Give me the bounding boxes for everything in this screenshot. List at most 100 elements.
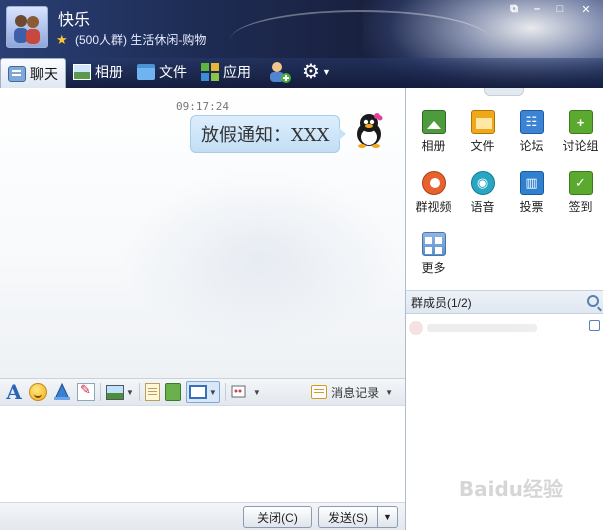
search-icon[interactable] <box>587 295 599 307</box>
close-icon[interactable]: ✕ <box>573 2 599 16</box>
group-side-panel: 相册 文件 ☷ 论坛 + 讨论组 群视频 ◉ 语音 ▥ 投票 ✓ 签到 更多 群… <box>405 88 603 530</box>
app-label: 语音 <box>470 200 495 214</box>
photo-icon <box>73 64 91 80</box>
screenshot-button[interactable]: ▼ <box>185 381 220 403</box>
tab-chat-label: 聊天 <box>30 65 58 82</box>
history-label: 消息记录 <box>331 385 380 400</box>
edit-icon[interactable] <box>589 320 600 331</box>
document-icon <box>144 383 160 401</box>
app-label: 文件 <box>470 139 495 153</box>
minimize-icon[interactable]: – <box>527 2 547 16</box>
tab-album-label: 相册 <box>95 64 123 80</box>
chevron-down-icon: ▼ <box>208 387 217 397</box>
note-button[interactable] <box>77 381 95 403</box>
app-album[interactable]: 相册 <box>409 110 458 159</box>
add-member-icon[interactable] <box>266 59 292 85</box>
message-text: 放假通知：XXX <box>201 125 330 146</box>
group-description: (500人群) 生活休闲-购物 <box>75 33 207 47</box>
settings-dropdown-icon[interactable]: ▼ <box>322 67 331 77</box>
app-discussion[interactable]: + 讨论组 <box>556 110 603 159</box>
gear-icon[interactable]: ⚙ <box>302 62 320 82</box>
watermark: Baidu经验 <box>458 477 563 501</box>
forum-icon: ☷ <box>519 110 544 134</box>
members-count: 群成员(1/2) <box>411 295 472 310</box>
more-tools-button[interactable]: ▼ <box>231 381 261 403</box>
app-vote[interactable]: ▥ 投票 <box>507 171 556 220</box>
message-timestamp: 09:17:24 <box>176 100 229 113</box>
apps-icon <box>201 63 219 81</box>
chevron-down-icon: ▼ <box>252 387 261 397</box>
maximize-icon[interactable]: □ <box>550 2 570 16</box>
avatar <box>409 321 423 335</box>
more-icon <box>421 232 446 256</box>
penguin-avatar-icon[interactable] <box>352 112 386 148</box>
tab-files-label: 文件 <box>159 64 187 80</box>
image-icon <box>106 384 124 400</box>
app-forum[interactable]: ☷ 论坛 <box>507 110 556 159</box>
chevron-down-icon: ▼ <box>385 387 393 397</box>
screenshot-icon <box>188 385 207 399</box>
message-history-button[interactable]: 消息记录 ▼ <box>311 384 393 401</box>
app-group-video[interactable]: 群视频 <box>409 171 458 220</box>
group-avatar[interactable] <box>6 6 48 48</box>
toolbar-divider <box>224 383 226 401</box>
emoji-button[interactable] <box>29 381 47 403</box>
chat-message-area: 09:17:24 放假通知：XXX <box>0 88 405 378</box>
group-name: 快乐 <box>58 12 91 29</box>
window-header: 快乐 ★ (500人群) 生活休闲-购物 ⧉ – □ ✕ 聊天 相册 文件 应用 <box>0 0 603 88</box>
group-avatar-icon <box>14 15 40 44</box>
document-button[interactable] <box>144 381 160 403</box>
history-icon <box>311 385 328 399</box>
app-label: 更多 <box>421 261 446 275</box>
tab-files[interactable]: 文件 <box>130 58 194 86</box>
tab-album[interactable]: 相册 <box>66 58 130 86</box>
group-apps-grid: 相册 文件 ☷ 论坛 + 讨论组 群视频 ◉ 语音 ▥ 投票 ✓ 签到 更多 <box>409 110 603 281</box>
tab-apps[interactable]: 应用 <box>194 58 258 86</box>
shake-button[interactable] <box>52 381 72 403</box>
gift-button[interactable] <box>164 381 181 403</box>
vote-icon: ▥ <box>519 171 544 195</box>
app-label: 群视频 <box>415 200 452 214</box>
members-header: 群成员(1/2) <box>406 290 603 314</box>
tab-apps-label: 应用 <box>223 64 251 80</box>
send-button[interactable]: 发送(S) <box>318 506 378 528</box>
discussion-icon: + <box>568 110 593 134</box>
chevron-down-icon: ▼ <box>126 387 134 397</box>
app-label: 投票 <box>519 200 544 214</box>
toolbar-divider <box>100 383 101 401</box>
tab-chat[interactable]: 聊天 <box>0 58 66 88</box>
shake-window-icon <box>54 382 70 400</box>
star-icon: ★ <box>56 32 68 47</box>
tab-bar: 聊天 相册 文件 应用 ⚙ ▼ <box>0 57 331 88</box>
album-icon <box>421 110 446 134</box>
image-button[interactable]: ▼ <box>106 381 134 403</box>
app-label: 相册 <box>421 139 446 153</box>
restore-icon[interactable]: ⧉ <box>504 2 524 16</box>
message-bubble: 放假通知：XXX <box>190 115 347 153</box>
more-tools-icon <box>231 385 246 398</box>
app-voice[interactable]: ◉ 语音 <box>458 171 507 220</box>
font-icon[interactable]: A <box>4 380 24 404</box>
chat-icon <box>8 65 26 82</box>
voice-icon: ◉ <box>470 171 495 195</box>
file-icon <box>470 110 495 134</box>
message-input[interactable] <box>0 406 405 502</box>
gift-icon <box>164 383 181 401</box>
list-item[interactable] <box>409 318 589 338</box>
app-label: 讨论组 <box>562 139 599 153</box>
app-checkin[interactable]: ✓ 签到 <box>556 171 603 220</box>
folder-icon <box>137 64 155 80</box>
note-icon <box>77 382 95 401</box>
toolbar-divider <box>138 383 140 401</box>
app-label: 签到 <box>568 200 593 214</box>
member-name <box>427 324 537 332</box>
window-controls: ⧉ – □ ✕ <box>504 2 599 16</box>
app-more[interactable]: 更多 <box>409 232 458 281</box>
input-toolbar: A ▼ ▼ ▼ 消息记录 ▼ <box>0 378 405 406</box>
group-video-icon <box>421 171 446 195</box>
app-file[interactable]: 文件 <box>458 110 507 159</box>
close-button[interactable]: 关闭(C) <box>243 506 312 528</box>
send-options-dropdown[interactable]: ▼ <box>378 506 398 528</box>
panel-collapse-handle[interactable] <box>484 88 524 96</box>
bottom-bar: 关闭(C) 发送(S) ▼ <box>0 502 405 530</box>
